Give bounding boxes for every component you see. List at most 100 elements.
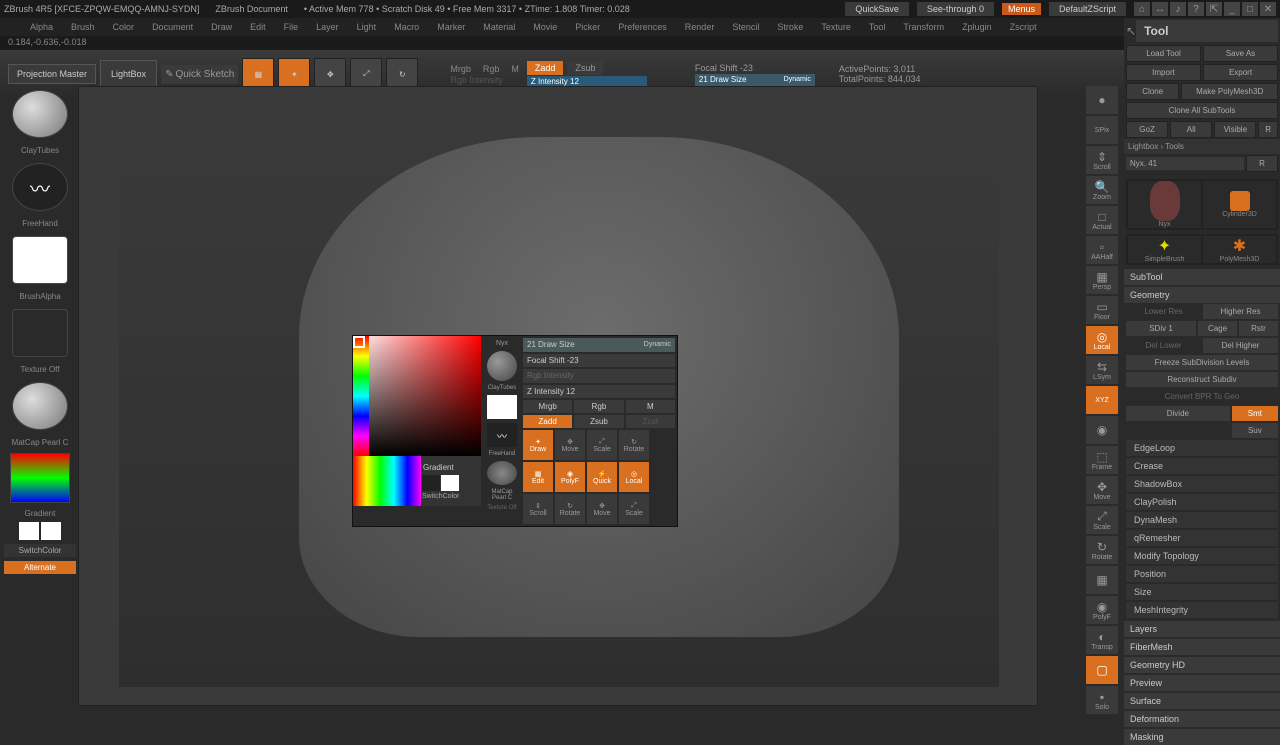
convert-bpr-button[interactable]: Convert BPR To Geo: [1126, 389, 1278, 404]
alternate-button[interactable]: Alternate: [4, 561, 76, 574]
defaultzscript-button[interactable]: DefaultZScript: [1049, 2, 1126, 16]
help-icon[interactable]: ?: [1188, 2, 1204, 16]
rs-grid-icon[interactable]: ▦: [1086, 566, 1118, 594]
position-section[interactable]: Position: [1126, 566, 1278, 582]
rs-local[interactable]: ◎Local: [1086, 326, 1118, 354]
geometryhd-header[interactable]: Geometry HD: [1124, 657, 1280, 673]
rs-solo[interactable]: ▪Solo: [1086, 686, 1118, 714]
lightbox-tools[interactable]: Lightbox › Tools: [1124, 139, 1280, 154]
r-button-2[interactable]: R: [1246, 155, 1278, 172]
popup-scale-icon[interactable]: ⤢Scale: [587, 430, 617, 460]
menu-item[interactable]: Alpha: [22, 20, 61, 34]
all-button[interactable]: All: [1170, 121, 1212, 138]
rstr-button[interactable]: Rstr: [1239, 321, 1278, 336]
menu-item[interactable]: Transform: [895, 20, 952, 34]
quicksave-button[interactable]: QuickSave: [845, 2, 909, 16]
popup-rotate2-icon[interactable]: ↻Rotate: [555, 494, 585, 524]
del-lower-button[interactable]: Del Lower: [1126, 338, 1201, 353]
popup-draw-icon[interactable]: ✦Draw: [523, 430, 553, 460]
menu-item[interactable]: Zscript: [1002, 20, 1045, 34]
popup-rgbintensity-slider[interactable]: Rgb Intensity: [523, 369, 675, 383]
projection-master-button[interactable]: Projection Master: [8, 64, 96, 85]
meshintegrity-section[interactable]: MeshIntegrity: [1126, 602, 1278, 618]
menu-item[interactable]: Document: [144, 20, 201, 34]
zadd-button[interactable]: Zadd: [527, 61, 564, 75]
menu-item[interactable]: Zplugin: [954, 20, 1000, 34]
masking-header[interactable]: Masking: [1124, 729, 1280, 745]
popup-edit-icon[interactable]: ▦Edit: [523, 462, 553, 492]
m-button[interactable]: M: [507, 64, 523, 74]
minimize-icon[interactable]: _: [1224, 2, 1240, 16]
zsub-button[interactable]: Zsub: [567, 61, 603, 75]
claypolish-section[interactable]: ClayPolish: [1126, 494, 1278, 510]
popup-scale2-icon[interactable]: ⤢Scale: [619, 494, 649, 524]
gradient-strip[interactable]: [353, 456, 421, 506]
color-swatch-secondary[interactable]: [41, 522, 61, 540]
menu-item[interactable]: Movie: [525, 20, 565, 34]
menu-item[interactable]: Texture: [813, 20, 859, 34]
geometry-header[interactable]: Geometry: [1124, 287, 1280, 303]
rs-polyf[interactable]: ◉PolyF: [1086, 596, 1118, 624]
popup-local-icon[interactable]: ◎Local: [619, 462, 649, 492]
rs-sphere-icon[interactable]: ●: [1086, 86, 1118, 114]
tool-preview-sphere[interactable]: [12, 90, 68, 138]
popup-move2-icon[interactable]: ✥Move: [587, 494, 617, 524]
menu-item[interactable]: Preferences: [610, 20, 675, 34]
tool-thumb-simplebrush[interactable]: ✦SimpleBrush: [1128, 236, 1201, 263]
layers-header[interactable]: Layers: [1124, 621, 1280, 637]
freeze-button[interactable]: Freeze SubDivision Levels: [1126, 355, 1278, 370]
import-button[interactable]: Import: [1126, 64, 1201, 81]
popup-drawsize-slider[interactable]: 21 Draw Size Dynamic: [523, 338, 675, 352]
grad-swatch-1[interactable]: [422, 475, 440, 491]
sdiv-slider[interactable]: SDiv 1: [1126, 321, 1196, 336]
popup-alpha[interactable]: [487, 395, 517, 419]
popup-quick-icon[interactable]: ⚡Quick: [587, 462, 617, 492]
menu-item[interactable]: Brush: [63, 20, 103, 34]
color-swatch-main[interactable]: [19, 522, 39, 540]
deformation-header[interactable]: Deformation: [1124, 711, 1280, 727]
lock-icon[interactable]: ⇱: [1206, 2, 1222, 16]
popup-scroll-icon[interactable]: ⇕Scroll: [523, 494, 553, 524]
color-marker[interactable]: [353, 336, 365, 348]
menus-button[interactable]: Menus: [1002, 3, 1041, 15]
popup-move-icon[interactable]: ✥Move: [555, 430, 585, 460]
menu-item[interactable]: Light: [349, 20, 385, 34]
rs-scroll[interactable]: ⇕Scroll: [1086, 146, 1118, 174]
menu-item[interactable]: Picker: [567, 20, 608, 34]
dynamesh-section[interactable]: DynaMesh: [1126, 512, 1278, 528]
rs-lsym[interactable]: ⇆LSym: [1086, 356, 1118, 384]
arrow-icon[interactable]: ↔: [1152, 2, 1168, 16]
popup-material[interactable]: [487, 461, 517, 485]
rs-scale[interactable]: ⤢Scale: [1086, 506, 1118, 534]
size-section[interactable]: Size: [1126, 584, 1278, 600]
rs-ghost-icon[interactable]: ▢: [1086, 656, 1118, 684]
divide-button[interactable]: Divide: [1126, 406, 1230, 421]
menu-item[interactable]: Layer: [308, 20, 347, 34]
menu-item[interactable]: Stencil: [724, 20, 767, 34]
menu-item[interactable]: File: [276, 20, 307, 34]
make-polymesh-button[interactable]: Make PolyMesh3D: [1181, 83, 1278, 100]
fibermesh-header[interactable]: FiberMesh: [1124, 639, 1280, 655]
r-button[interactable]: R: [1258, 121, 1278, 138]
switchcolor-popup[interactable]: SwitchColor: [421, 492, 481, 501]
draw-size-slider[interactable]: 21 Draw Size Dynamic: [695, 74, 815, 86]
popup-rgb-button[interactable]: Rgb: [574, 400, 623, 413]
crease-section[interactable]: Crease: [1126, 458, 1278, 474]
goz-button[interactable]: GoZ: [1126, 121, 1168, 138]
menu-item[interactable]: Marker: [429, 20, 473, 34]
modify-topology-section[interactable]: Modify Topology: [1126, 548, 1278, 564]
cage-button[interactable]: Cage: [1198, 321, 1237, 336]
seethrough-slider[interactable]: See-through 0: [917, 2, 994, 16]
tool-thumb-cylinder[interactable]: Cylinder3D: [1203, 181, 1276, 228]
popup-zintensity-slider[interactable]: Z Intensity 12: [523, 385, 675, 399]
popup-brush[interactable]: 〰: [487, 423, 517, 447]
del-higher-button[interactable]: Del Higher: [1203, 338, 1278, 353]
popup-focalshift-slider[interactable]: Focal Shift -23: [523, 354, 675, 368]
popup-zsub-button[interactable]: Zsub: [574, 415, 623, 428]
reconstruct-button[interactable]: Reconstruct Subdiv: [1126, 372, 1278, 387]
edgeloop-section[interactable]: EdgeLoop: [1126, 440, 1278, 456]
popup-zadd-button[interactable]: Zadd: [523, 415, 572, 428]
visible-button[interactable]: Visible: [1214, 121, 1256, 138]
smt-button[interactable]: Smt: [1232, 406, 1278, 421]
menu-item[interactable]: Edit: [242, 20, 274, 34]
